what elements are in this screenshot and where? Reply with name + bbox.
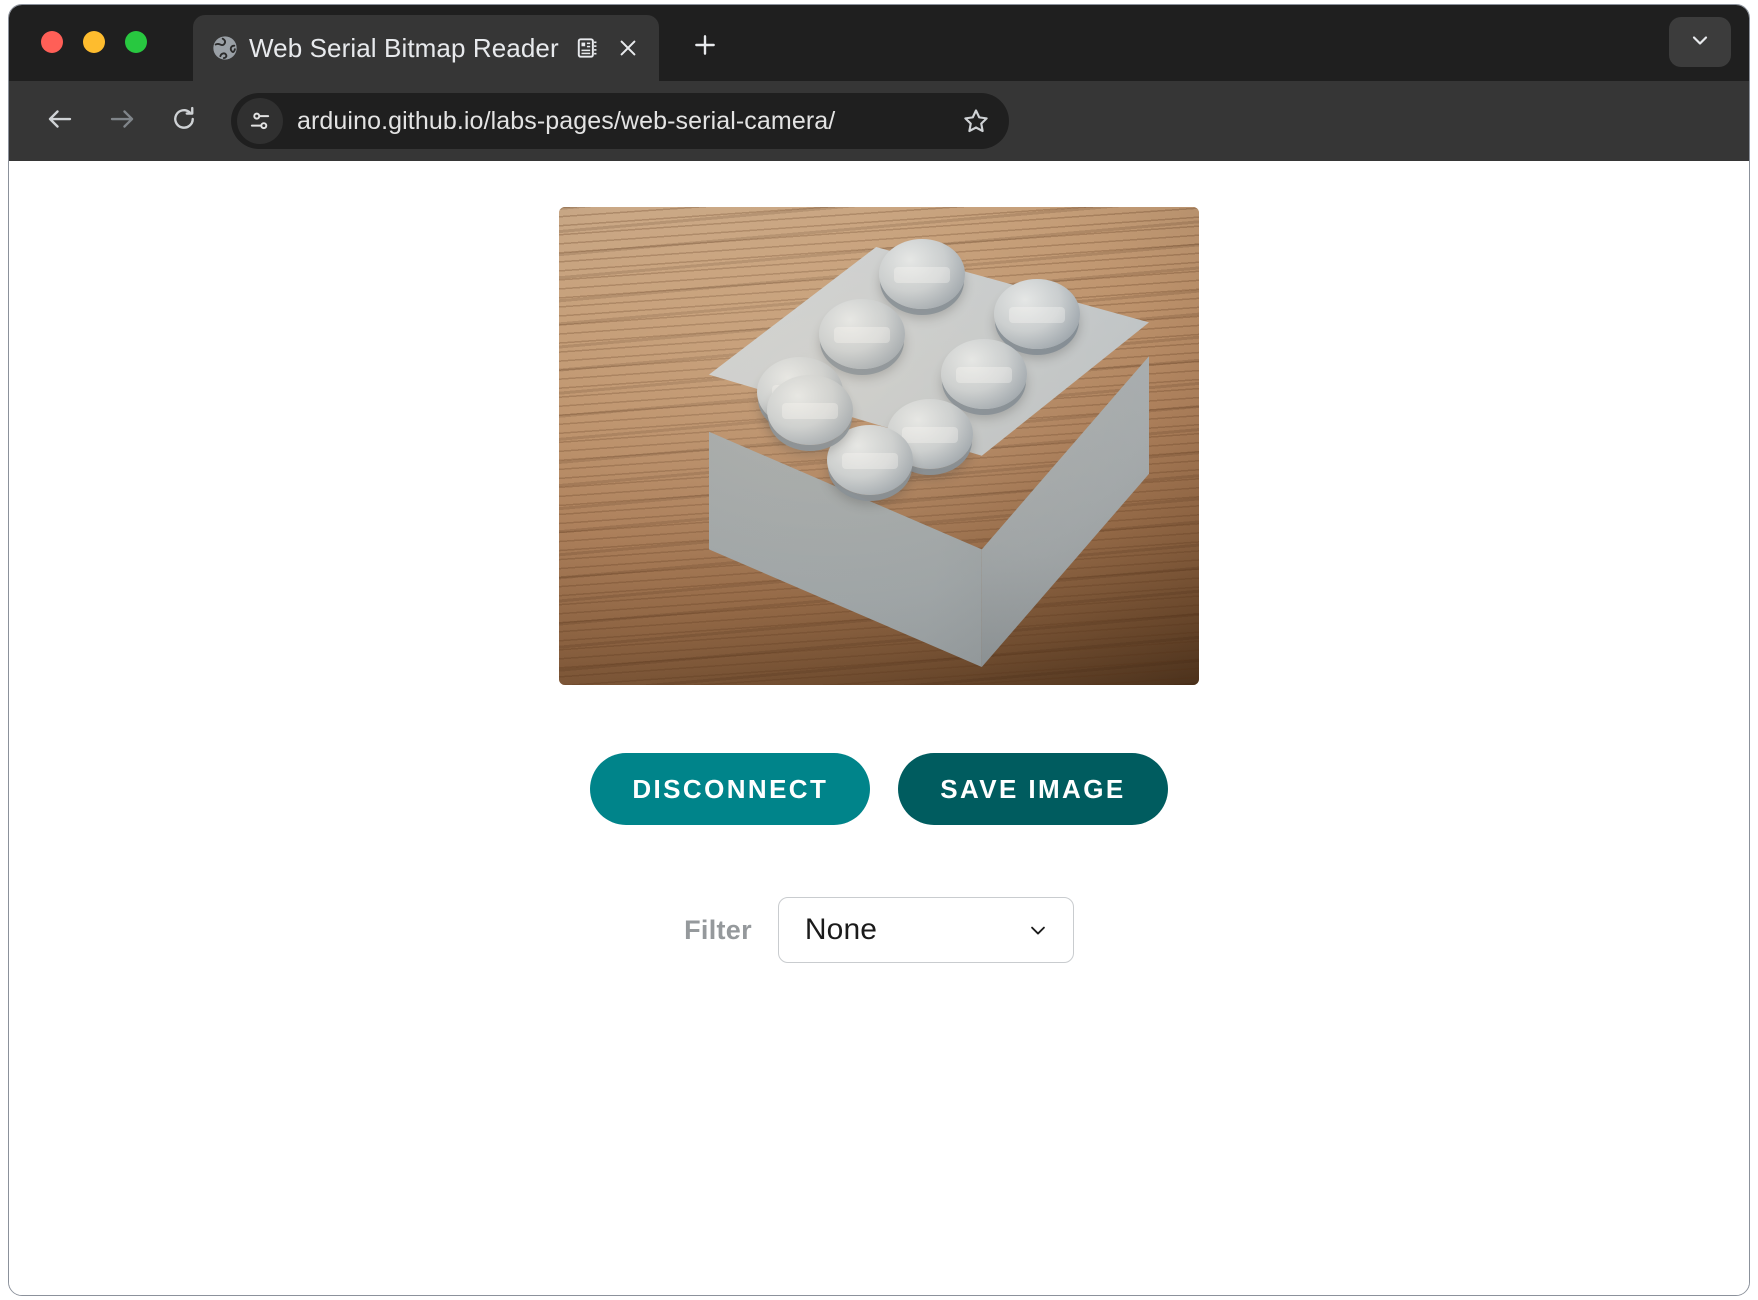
- new-tab-button[interactable]: [681, 23, 729, 71]
- plus-icon: [692, 32, 718, 63]
- window-traffic-lights: [41, 31, 147, 53]
- reload-button[interactable]: [155, 92, 213, 150]
- tune-icon[interactable]: [237, 98, 283, 144]
- reload-icon: [169, 104, 199, 139]
- arrow-left-icon: [45, 104, 75, 139]
- tab-search-button[interactable]: [1669, 17, 1731, 67]
- chevron-down-icon: [1688, 28, 1712, 57]
- chevron-down-icon: [1025, 917, 1051, 943]
- serial-port-icon[interactable]: [575, 35, 601, 61]
- action-buttons: DISCONNECT SAVE IMAGE: [590, 753, 1167, 825]
- photo-vignette: [559, 207, 1199, 685]
- back-button[interactable]: [31, 92, 89, 150]
- filter-selected-value: None: [779, 913, 877, 947]
- tab-title: Web Serial Bitmap Reader: [249, 33, 565, 64]
- disconnect-button[interactable]: DISCONNECT: [590, 753, 870, 825]
- screen: Web Serial Bitmap Reader: [0, 0, 1758, 1300]
- close-icon[interactable]: [611, 31, 645, 65]
- address-bar[interactable]: arduino.github.io/labs-pages/web-serial-…: [231, 93, 1009, 149]
- window-close-button[interactable]: [41, 31, 63, 53]
- tab-strip: Web Serial Bitmap Reader: [9, 5, 1749, 81]
- window-minimize-button[interactable]: [83, 31, 105, 53]
- page-viewport: DISCONNECT SAVE IMAGE Filter None: [9, 161, 1749, 1295]
- window-maximize-button[interactable]: [125, 31, 147, 53]
- star-outline-icon[interactable]: [953, 98, 999, 144]
- forward-button[interactable]: [93, 92, 151, 150]
- browser-window: Web Serial Bitmap Reader: [8, 4, 1750, 1296]
- filter-label: Filter: [684, 915, 752, 946]
- arrow-right-icon: [107, 104, 137, 139]
- browser-tab[interactable]: Web Serial Bitmap Reader: [193, 15, 659, 81]
- web-serial-camera-page: DISCONNECT SAVE IMAGE Filter None: [9, 161, 1749, 1295]
- camera-preview-image: [559, 207, 1199, 685]
- url-text[interactable]: arduino.github.io/labs-pages/web-serial-…: [297, 107, 953, 136]
- browser-toolbar: arduino.github.io/labs-pages/web-serial-…: [9, 81, 1749, 161]
- save-image-button[interactable]: SAVE IMAGE: [898, 753, 1167, 825]
- filter-select[interactable]: None: [778, 897, 1074, 963]
- globe-icon: [211, 34, 239, 62]
- filter-control: Filter None: [684, 897, 1074, 963]
